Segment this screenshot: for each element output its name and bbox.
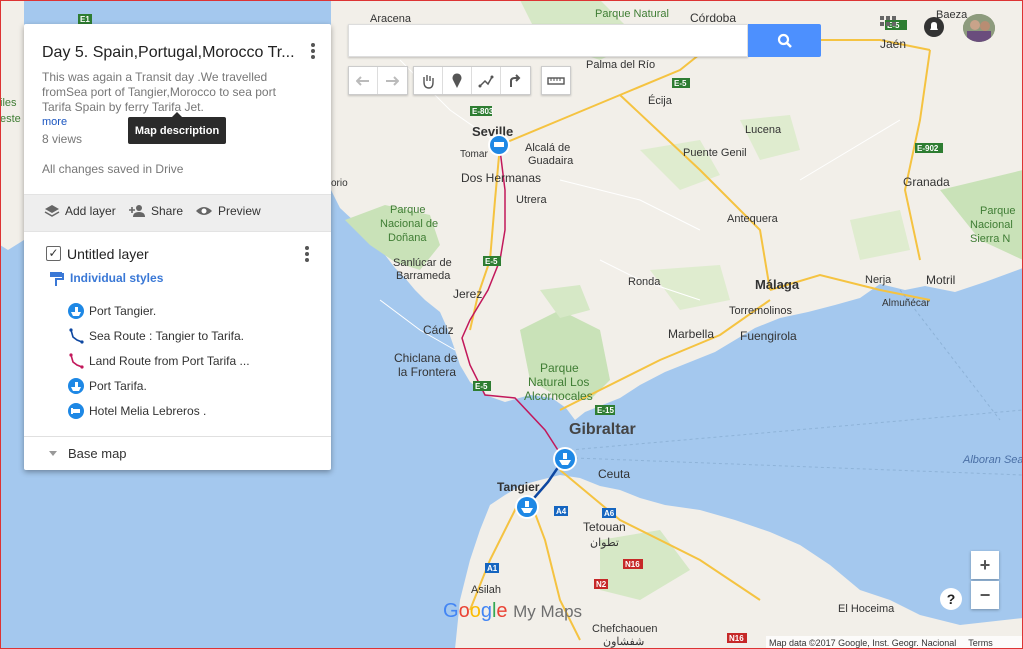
map-options-icon[interactable] bbox=[311, 43, 315, 61]
layer-item-port-tangier[interactable]: Port Tangier. bbox=[68, 303, 156, 319]
individual-styles-label: Individual styles bbox=[70, 271, 164, 285]
eye-icon bbox=[196, 207, 212, 215]
add-marker-button[interactable] bbox=[443, 67, 472, 94]
measure-button[interactable] bbox=[542, 67, 570, 94]
zoom-out-button[interactable]: − bbox=[971, 581, 999, 609]
avatar[interactable] bbox=[963, 14, 995, 42]
hotel-icon bbox=[68, 403, 84, 419]
paint-roller-icon bbox=[50, 272, 64, 286]
search-button[interactable] bbox=[748, 24, 821, 57]
base-map-toggle[interactable]: Base map bbox=[68, 446, 127, 461]
layer-title[interactable]: Untitled layer bbox=[67, 246, 149, 262]
undo-icon bbox=[356, 75, 369, 86]
more-link[interactable]: more bbox=[42, 116, 67, 128]
add-person-icon bbox=[129, 205, 145, 217]
help-button[interactable]: ? bbox=[940, 588, 962, 610]
search-input[interactable] bbox=[348, 24, 748, 57]
individual-styles-link[interactable]: Individual styles bbox=[50, 271, 164, 286]
route-icon bbox=[69, 328, 84, 344]
undo-redo-group bbox=[348, 66, 408, 95]
layer-item-hotel[interactable]: Hotel Melia Lebreros . bbox=[68, 403, 206, 419]
layers-icon bbox=[44, 205, 60, 217]
map-description-tooltip: Map description bbox=[128, 112, 226, 144]
save-status: All changes saved in Drive bbox=[42, 162, 184, 176]
terms-link[interactable]: Terms bbox=[968, 638, 993, 648]
pan-button[interactable] bbox=[414, 67, 443, 94]
redo-button[interactable] bbox=[378, 67, 406, 94]
attribution-text: Map data ©2017 Google, Inst. Geogr. Naci… bbox=[769, 637, 957, 648]
layer-visibility-checkbox[interactable]: ✓ bbox=[46, 246, 61, 261]
layer-actions-bar: Add layer Share Preview bbox=[24, 194, 331, 232]
map-details-panel: Day 5. Spain,Portugal,Morocco Tr... This… bbox=[24, 24, 331, 470]
layer-item-label: Port Tangier. bbox=[89, 304, 157, 318]
undo-button[interactable] bbox=[349, 67, 378, 94]
layer-item-land-route[interactable]: Land Route from Port Tarifa ... bbox=[68, 353, 250, 369]
draw-line-icon bbox=[478, 75, 494, 87]
route-icon bbox=[69, 353, 84, 369]
divider bbox=[24, 436, 331, 437]
hand-icon bbox=[423, 74, 434, 89]
google-my-maps-logo: Google My Maps bbox=[443, 600, 583, 622]
map-description[interactable]: This was again a Transit day .We travell… bbox=[42, 70, 304, 115]
layer-options-icon[interactable] bbox=[305, 246, 309, 264]
search-icon bbox=[777, 33, 792, 48]
share-button[interactable]: Share bbox=[128, 204, 183, 218]
draw-line-button[interactable] bbox=[472, 67, 501, 94]
preview-label: Preview bbox=[218, 204, 261, 218]
draw-tools-group bbox=[413, 66, 531, 95]
views-count: 8 views bbox=[42, 132, 83, 146]
apps-grid-icon[interactable] bbox=[878, 14, 898, 39]
map-attribution: Map data ©2017 Google, Inst. Geogr. Naci… bbox=[766, 636, 1023, 649]
layer-item-label: Land Route from Port Tarifa ... bbox=[89, 354, 250, 368]
directions-button[interactable] bbox=[501, 67, 529, 94]
directions-icon bbox=[510, 73, 521, 87]
zoom-in-button[interactable]: + bbox=[971, 551, 999, 579]
ruler-icon bbox=[547, 76, 565, 85]
redo-icon bbox=[386, 75, 399, 86]
add-layer-label: Add layer bbox=[65, 204, 116, 218]
marker-icon bbox=[452, 72, 462, 88]
layer-item-sea-route[interactable]: Sea Route : Tangier to Tarifa. bbox=[68, 328, 244, 344]
share-label: Share bbox=[151, 204, 184, 218]
layer-item-port-tarifa[interactable]: Port Tarifa. bbox=[68, 378, 147, 394]
layer-item-label: Hotel Melia Lebreros . bbox=[89, 404, 207, 418]
ferry-icon bbox=[68, 303, 84, 319]
map-title[interactable]: Day 5. Spain,Portugal,Morocco Tr... bbox=[42, 44, 297, 62]
notifications-bell-icon[interactable] bbox=[924, 17, 944, 42]
preview-button[interactable]: Preview bbox=[195, 204, 261, 218]
layer-item-label: Port Tarifa. bbox=[89, 379, 147, 393]
ferry-icon bbox=[68, 378, 84, 394]
add-layer-button[interactable]: Add layer bbox=[44, 204, 116, 218]
measure-group bbox=[541, 66, 571, 95]
layer-item-label: Sea Route : Tangier to Tarifa. bbox=[89, 329, 244, 343]
expand-arrow-icon[interactable] bbox=[49, 451, 57, 456]
